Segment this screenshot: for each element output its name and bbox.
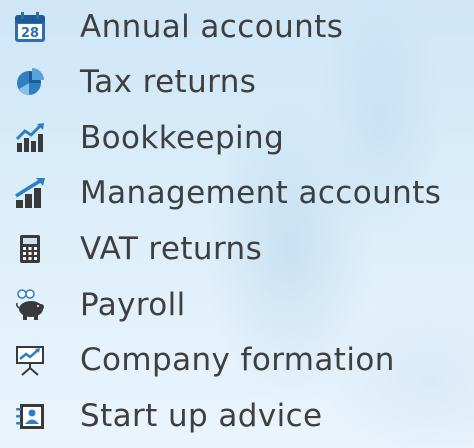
list-item-bookkeeping[interactable]: Bookkeeping [0, 113, 474, 163]
piggy-bank-icon [10, 285, 50, 325]
service-label: VAT returns [80, 231, 263, 267]
service-label: Management accounts [80, 175, 442, 211]
contact-card-icon [10, 396, 50, 436]
list-item-payroll[interactable]: Payroll [0, 280, 474, 330]
service-label: Start up advice [80, 398, 323, 434]
list-item-management-accounts[interactable]: Management accounts [0, 168, 474, 218]
list-item-tax-returns[interactable]: Tax returns [0, 57, 474, 107]
presentation-board-icon [10, 340, 50, 380]
calculator-icon [10, 229, 50, 269]
service-label: Annual accounts [80, 9, 344, 45]
service-label: Tax returns [80, 64, 257, 100]
list-item-company-formation[interactable]: Company formation [0, 335, 474, 385]
calendar-icon: 28 [10, 7, 50, 47]
list-item-vat-returns[interactable]: VAT returns [0, 224, 474, 274]
service-label: Company formation [80, 342, 395, 378]
list-item-start-up-advice[interactable]: Start up advice [0, 391, 474, 441]
svg-text:28: 28 [21, 26, 39, 41]
service-label: Bookkeeping [80, 120, 285, 156]
growth-chart-icon [10, 118, 50, 158]
service-label: Payroll [80, 287, 186, 323]
trend-bars-icon [10, 173, 50, 213]
list-item-annual-accounts[interactable]: 28 Annual accounts [0, 2, 474, 52]
pie-chart-icon [10, 62, 50, 102]
